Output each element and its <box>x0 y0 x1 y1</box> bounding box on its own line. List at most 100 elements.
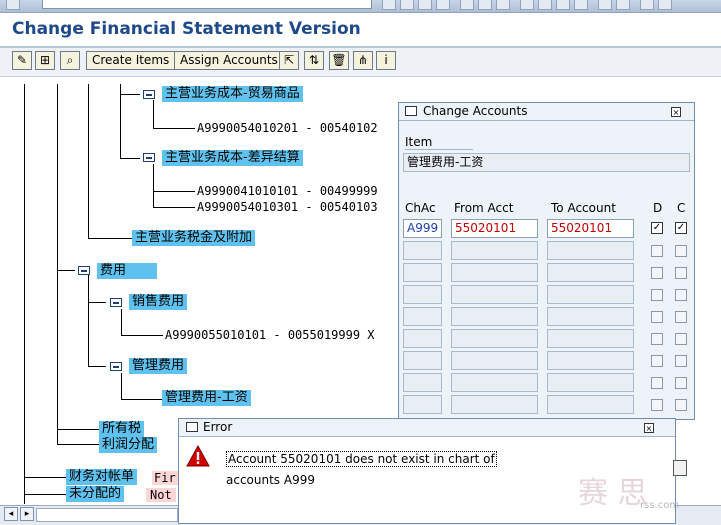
chac-input[interactable] <box>403 263 442 282</box>
last-page-icon[interactable] <box>574 0 588 10</box>
tree-node[interactable]: 管理费用-工资 <box>162 390 251 406</box>
scroll-left-icon[interactable]: ◂ <box>4 507 18 521</box>
save-icon[interactable] <box>382 0 396 10</box>
folder-icon[interactable] <box>110 362 122 371</box>
info-icon[interactable]: i <box>376 51 396 70</box>
from-account-input[interactable]: 55020101 <box>451 219 538 238</box>
reassign-icon[interactable]: ⇅ <box>304 51 324 70</box>
credit-checkbox[interactable] <box>675 267 687 279</box>
chac-input[interactable] <box>403 307 442 326</box>
exit-icon[interactable] <box>418 0 432 10</box>
tree-node[interactable]: 费用 <box>97 263 157 279</box>
tree-node[interactable]: 所有税 <box>99 421 145 437</box>
back-icon[interactable] <box>400 0 414 10</box>
debit-checkbox[interactable] <box>651 289 663 301</box>
debit-checkbox[interactable] <box>651 355 663 367</box>
folder-icon[interactable] <box>143 90 155 99</box>
item-label: Item <box>405 135 473 150</box>
find-icon[interactable] <box>478 0 492 10</box>
from-account-input[interactable] <box>451 241 538 260</box>
prev-page-icon[interactable] <box>538 0 552 10</box>
chac-input[interactable] <box>403 351 442 370</box>
tree-node[interactable]: 销售费用 <box>129 294 188 310</box>
to-account-input[interactable] <box>547 241 634 260</box>
help-icon[interactable] <box>640 0 654 10</box>
find-next-icon[interactable] <box>496 0 510 10</box>
scroll-thumb[interactable] <box>36 508 178 522</box>
from-account-input[interactable] <box>451 285 538 304</box>
debit-checkbox[interactable] <box>651 245 663 257</box>
account-range[interactable]: A9990054010301 - 00540103 <box>197 200 378 214</box>
credit-checkbox[interactable] <box>675 245 687 257</box>
layout-icon[interactable] <box>658 0 672 10</box>
hierarchy-icon[interactable]: ⋔ <box>353 51 373 70</box>
debit-checkbox[interactable] <box>651 311 663 323</box>
tree-node[interactable]: 未分配的 <box>66 486 125 502</box>
tree-node[interactable]: 财务对帐单 <box>66 469 138 485</box>
folder-icon[interactable] <box>143 153 155 162</box>
to-account-input[interactable] <box>547 329 634 348</box>
chac-input[interactable]: A999 <box>403 219 442 238</box>
to-account-input[interactable]: 55020101 <box>547 219 634 238</box>
print-icon[interactable] <box>460 0 474 10</box>
close-icon[interactable]: × <box>644 423 654 433</box>
from-account-input[interactable] <box>451 373 538 392</box>
to-account-input[interactable] <box>547 307 634 326</box>
chac-input[interactable] <box>403 329 442 348</box>
delete-icon[interactable]: 🗑 <box>329 51 349 70</box>
check-icon[interactable] <box>6 0 20 10</box>
to-account-input[interactable] <box>547 351 634 370</box>
debit-checkbox[interactable] <box>651 333 663 345</box>
credit-checkbox[interactable] <box>675 377 687 389</box>
debit-checkbox[interactable] <box>651 377 663 389</box>
command-field[interactable] <box>42 0 372 9</box>
cancel-icon[interactable] <box>436 0 450 10</box>
to-account-input[interactable] <box>547 285 634 304</box>
page-icon[interactable] <box>673 460 687 476</box>
from-account-input[interactable] <box>451 329 538 348</box>
close-icon[interactable]: × <box>671 107 681 117</box>
dialog-titlebar[interactable] <box>179 419 675 437</box>
credit-checkbox[interactable] <box>675 289 687 301</box>
select-icon[interactable]: ⇱ <box>279 51 299 70</box>
from-account-input[interactable] <box>451 307 538 326</box>
to-account-input[interactable] <box>547 263 634 282</box>
expand-icon[interactable]: ⊞ <box>35 51 55 70</box>
create-items-button[interactable]: Create Items <box>86 51 176 70</box>
chac-input[interactable] <box>403 285 442 304</box>
tree-node[interactable]: 主营业务税金及附加 <box>132 230 256 246</box>
credit-checkbox[interactable] <box>675 333 687 345</box>
to-account-input[interactable] <box>547 395 634 414</box>
debit-checkbox[interactable] <box>651 399 663 411</box>
chac-input[interactable] <box>403 395 442 414</box>
credit-checkbox[interactable]: ✓ <box>675 222 687 234</box>
folder-icon[interactable] <box>110 298 122 307</box>
chac-input[interactable] <box>403 373 442 392</box>
credit-checkbox[interactable] <box>675 399 687 411</box>
tree-node[interactable]: 主营业务成本-贸易商品 <box>162 86 303 102</box>
credit-checkbox[interactable] <box>675 355 687 367</box>
account-range[interactable]: A9990041010101 - 00499999 <box>197 184 378 198</box>
chac-input[interactable] <box>403 241 442 260</box>
account-range[interactable]: A9990055010101 - 0055019999 X <box>165 328 375 342</box>
from-account-input[interactable] <box>451 395 538 414</box>
display-change-icon[interactable]: ✎ <box>12 51 32 70</box>
to-account-input[interactable] <box>547 373 634 392</box>
account-range[interactable]: A9990054010201 - 00540102 <box>197 121 378 135</box>
find-icon[interactable]: ⌕ <box>60 51 80 70</box>
credit-checkbox[interactable] <box>675 311 687 323</box>
debit-checkbox[interactable] <box>651 267 663 279</box>
tree-node[interactable]: 利润分配 <box>99 437 158 453</box>
scroll-right-icon[interactable]: ▸ <box>20 507 34 521</box>
tree-node[interactable]: 主营业务成本-差异结算 <box>162 150 303 166</box>
first-page-icon[interactable] <box>520 0 534 10</box>
new-session-icon[interactable] <box>598 0 612 10</box>
next-page-icon[interactable] <box>556 0 570 10</box>
tree-node[interactable]: 管理费用 <box>129 358 188 374</box>
folder-icon[interactable] <box>78 266 90 275</box>
from-account-input[interactable] <box>451 351 538 370</box>
debit-checkbox[interactable]: ✓ <box>651 222 663 234</box>
assign-accounts-button[interactable]: Assign Accounts <box>174 51 284 70</box>
from-account-input[interactable] <box>451 263 538 282</box>
shortcut-icon[interactable] <box>616 0 630 10</box>
